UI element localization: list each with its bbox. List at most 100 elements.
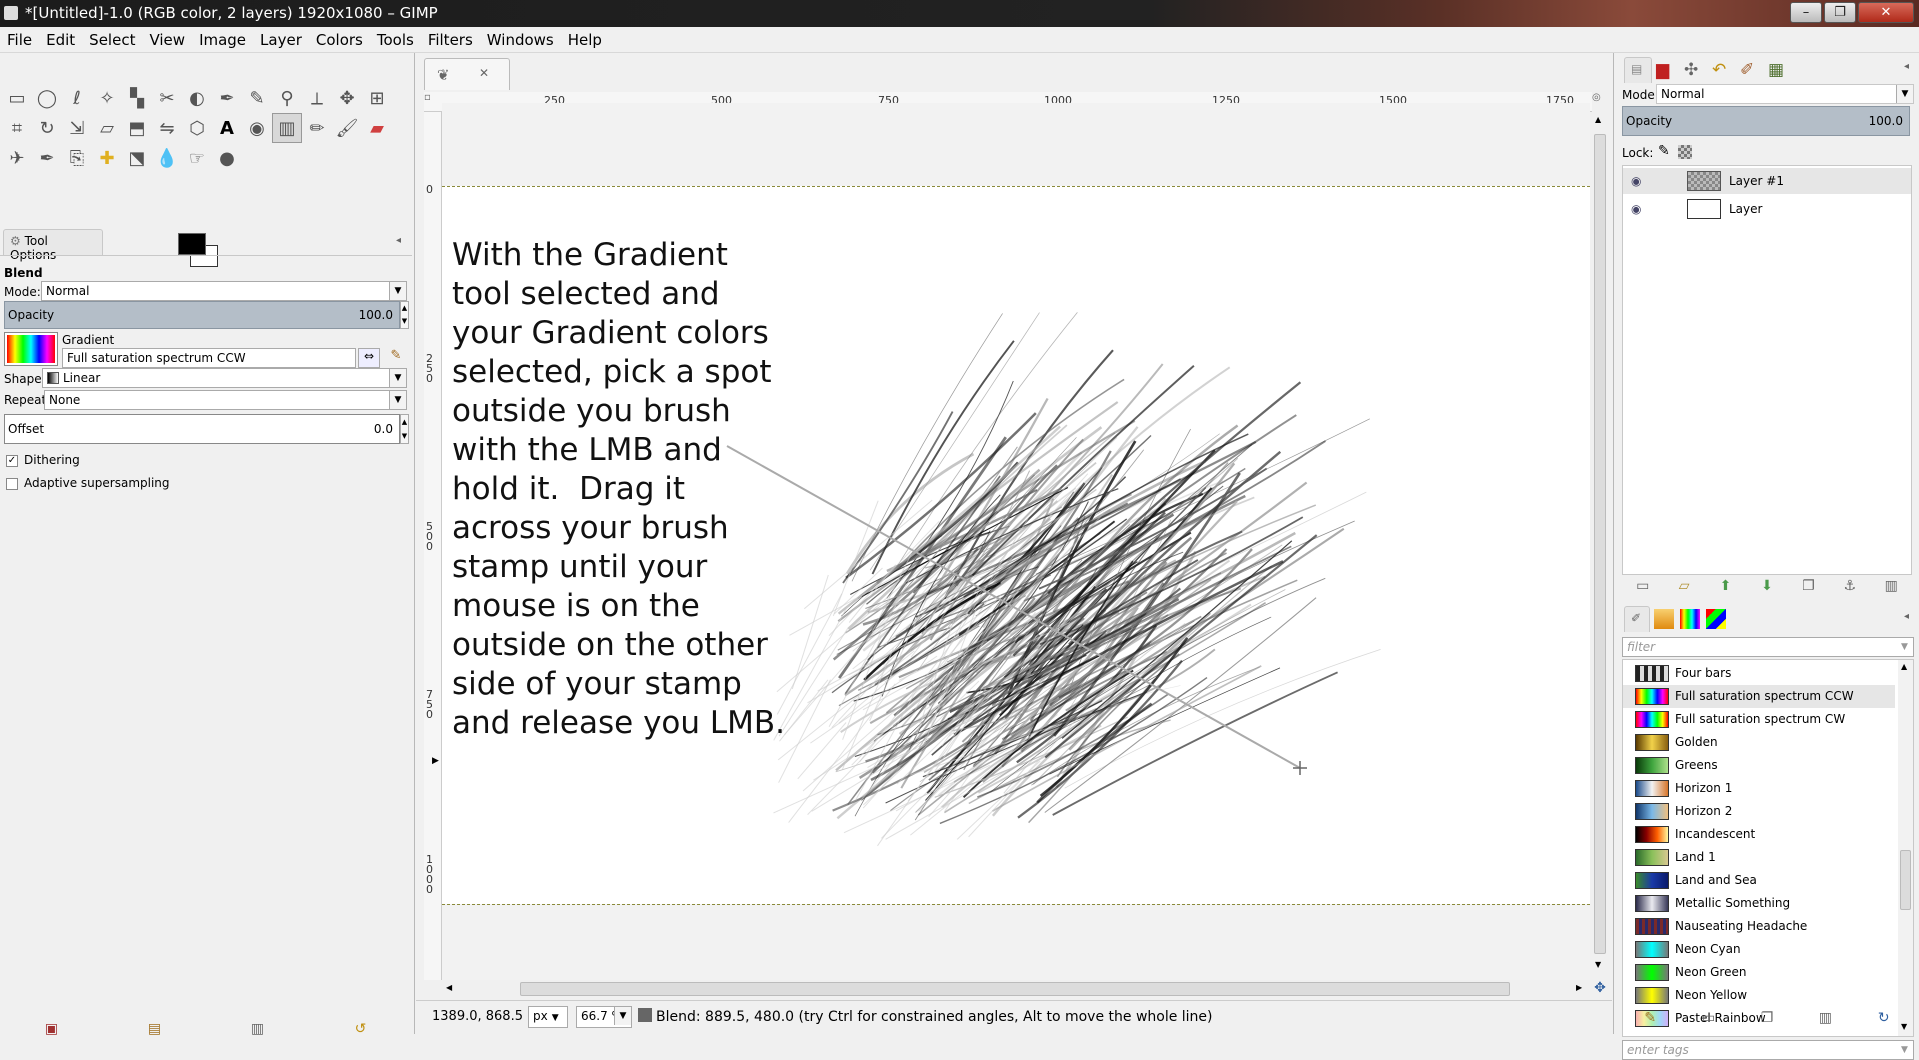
- reset-options-icon[interactable]: ↺: [352, 1021, 370, 1039]
- blur-tool-icon[interactable]: 💧: [152, 143, 182, 173]
- configure-tab-icon[interactable]: ◂: [1904, 611, 1909, 622]
- paths-tool-icon[interactable]: ✒: [212, 83, 242, 113]
- blend-tool-icon[interactable]: ▥: [272, 113, 302, 143]
- menu-image[interactable]: Image: [192, 27, 253, 49]
- scroll-up-arrow-icon[interactable]: ▲: [1595, 115, 1601, 124]
- crop-tool-icon[interactable]: ⌗: [2, 113, 32, 143]
- close-tab-icon[interactable]: ✕: [479, 66, 489, 80]
- gradient-list-item[interactable]: Land 1: [1623, 846, 1895, 869]
- scroll-left-arrow-icon[interactable]: ◀: [446, 983, 452, 992]
- edit-gradient-icon[interactable]: ✎: [1641, 1010, 1659, 1028]
- menu-help[interactable]: Help: [561, 27, 609, 49]
- dodge-burn-tool-icon[interactable]: ●: [212, 143, 242, 173]
- gradient-list-item[interactable]: Full saturation spectrum CCW: [1623, 685, 1895, 708]
- vertical-ruler[interactable]: 0 250 500 750 1000 ▶: [424, 112, 442, 982]
- horizontal-scrollbar-thumb[interactable]: [520, 982, 1510, 996]
- menu-tools[interactable]: Tools: [370, 27, 421, 49]
- paintbrush-tool-icon[interactable]: 🖌: [332, 113, 362, 143]
- restore-options-icon[interactable]: ▤: [146, 1021, 164, 1039]
- fuzzy-select-tool-icon[interactable]: ✧: [92, 83, 122, 113]
- mode-combo[interactable]: Normal ▼: [41, 281, 407, 301]
- zoom-lock-icon[interactable]: ◎: [1592, 92, 1606, 112]
- configure-tab-icon[interactable]: ◂: [1904, 61, 1909, 72]
- menu-edit[interactable]: Edit: [39, 27, 82, 49]
- eye-icon[interactable]: ◉: [1631, 202, 1641, 216]
- measure-tool-icon[interactable]: ⟂: [302, 83, 332, 113]
- flip-tool-icon[interactable]: ⇋: [152, 113, 182, 143]
- scale-tool-icon[interactable]: ⇲: [62, 113, 92, 143]
- gradient-list-item[interactable]: Golden: [1623, 731, 1895, 754]
- quick-mask-corner-icon[interactable]: ▫: [424, 92, 438, 112]
- move-tool-icon[interactable]: ✥: [332, 83, 362, 113]
- lock-pixels-icon[interactable]: ✎: [1658, 143, 1670, 159]
- gradient-list-item[interactable]: Greens: [1623, 754, 1895, 777]
- vertical-scrollbar[interactable]: ▲ ▼: [1592, 112, 1608, 982]
- opacity-spin[interactable]: ▲ ▼: [400, 301, 409, 329]
- close-button[interactable]: ✕: [1858, 2, 1914, 23]
- lock-alpha-icon[interactable]: [1678, 145, 1692, 159]
- minimize-button[interactable]: –: [1790, 2, 1822, 23]
- zoom-combo[interactable]: 66.7 % ▼: [576, 1006, 632, 1028]
- gradient-list-item[interactable]: Four bars: [1623, 662, 1895, 685]
- pencil-tool-icon[interactable]: ✏: [302, 113, 332, 143]
- vertical-scrollbar-thumb[interactable]: [1594, 134, 1606, 954]
- lower-layer-icon[interactable]: ⬇: [1758, 578, 1776, 596]
- tab-undo-history[interactable]: ↶: [1712, 60, 1726, 80]
- gradient-filter-input[interactable]: filter ▼: [1622, 637, 1914, 657]
- free-select-tool-icon[interactable]: ℓ: [62, 83, 92, 113]
- scroll-down-arrow-icon[interactable]: ▼: [1595, 960, 1601, 969]
- cage-tool-icon[interactable]: ⬡: [182, 113, 212, 143]
- delete-gradient-icon[interactable]: ▥: [1816, 1010, 1834, 1028]
- airbrush-tool-icon[interactable]: ✈: [2, 143, 32, 173]
- scissors-tool-icon[interactable]: ✂: [152, 83, 182, 113]
- perspective-clone-tool-icon[interactable]: ⬔: [122, 143, 152, 173]
- tab-patterns-small[interactable]: [1654, 609, 1674, 629]
- rect-select-tool-icon[interactable]: ▭: [2, 83, 32, 113]
- tab-tool-options[interactable]: ⚙ Tool Options: [3, 229, 103, 262]
- layer-mode-combo[interactable]: Normal ▼: [1656, 84, 1914, 104]
- offset-slider[interactable]: Offset 0.0: [4, 414, 400, 444]
- clone-tool-icon[interactable]: ⎘: [62, 143, 92, 173]
- eye-icon[interactable]: ◉: [1631, 174, 1641, 188]
- tab-brushes[interactable]: ✐: [1740, 60, 1754, 80]
- perspective-tool-icon[interactable]: ⬒: [122, 113, 152, 143]
- layer-row[interactable]: ◉ Layer #1: [1623, 168, 1911, 194]
- raise-layer-icon[interactable]: ⬆: [1717, 578, 1735, 596]
- delete-options-icon[interactable]: ▥: [249, 1021, 267, 1039]
- scroll-right-arrow-icon[interactable]: ▶: [1576, 983, 1582, 992]
- tab-palettes[interactable]: [1706, 609, 1726, 629]
- menu-file[interactable]: File: [0, 27, 39, 49]
- tab-channels[interactable]: ▆: [1656, 60, 1669, 80]
- gradients-scrollbar-thumb[interactable]: [1900, 850, 1911, 910]
- duplicate-gradient-icon[interactable]: ❐: [1758, 1010, 1776, 1028]
- menu-select[interactable]: Select: [82, 27, 142, 49]
- image-tab[interactable]: ❦ ✕: [424, 58, 510, 90]
- gradient-list-item[interactable]: Horizon 2: [1623, 800, 1895, 823]
- maximize-button[interactable]: ❐: [1824, 2, 1856, 23]
- configure-tab-icon[interactable]: ◂: [396, 235, 401, 246]
- foreground-select-tool-icon[interactable]: ◐: [182, 83, 212, 113]
- new-layer-icon[interactable]: ▭: [1634, 578, 1652, 596]
- gradient-tags-input[interactable]: enter tags ▼: [1622, 1040, 1914, 1060]
- text-tool-icon[interactable]: A: [212, 113, 242, 143]
- duplicate-layer-icon[interactable]: ❐: [1799, 578, 1817, 596]
- tab-gradients[interactable]: [1680, 609, 1700, 629]
- layer-row[interactable]: ◉ Layer: [1623, 196, 1911, 222]
- unit-combo[interactable]: px ▼: [528, 1006, 568, 1028]
- gradient-list-item[interactable]: Land and Sea: [1623, 869, 1895, 892]
- offset-spin[interactable]: ▲ ▼: [400, 414, 409, 444]
- new-layer-group-icon[interactable]: ▱: [1675, 578, 1693, 596]
- ellipse-select-tool-icon[interactable]: ◯: [32, 83, 62, 113]
- repeat-combo[interactable]: None ▼: [44, 390, 407, 410]
- refresh-gradients-icon[interactable]: ↻: [1875, 1010, 1893, 1028]
- scroll-up-arrow-icon[interactable]: ▲: [1901, 662, 1907, 671]
- opacity-slider[interactable]: Opacity 100.0: [4, 301, 400, 329]
- color-picker-tool-icon[interactable]: ✎: [242, 83, 272, 113]
- gradient-list-item[interactable]: Neon Cyan: [1623, 938, 1895, 961]
- tab-brushes-small[interactable]: ✐: [1624, 606, 1650, 632]
- menu-colors[interactable]: Colors: [309, 27, 370, 49]
- shape-combo[interactable]: Linear ▼: [42, 368, 407, 388]
- gradients-scrollbar[interactable]: ▲ ▼: [1898, 660, 1913, 1036]
- navigate-icon[interactable]: ✥: [1592, 980, 1608, 998]
- eraser-tool-icon[interactable]: ▰: [362, 113, 392, 143]
